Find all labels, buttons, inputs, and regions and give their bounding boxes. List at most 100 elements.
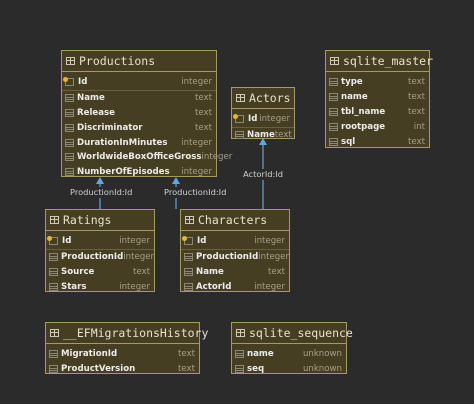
table-header[interactable]: __EFMigrationsHistory bbox=[46, 323, 208, 344]
table-header[interactable]: Actors bbox=[232, 88, 294, 109]
column-row[interactable]: name unknown bbox=[232, 347, 346, 362]
column-row[interactable]: ActorId integer bbox=[181, 279, 289, 294]
column-icon bbox=[235, 365, 244, 374]
column-type: integer bbox=[119, 281, 150, 292]
column-row[interactable]: Release text bbox=[62, 106, 216, 121]
column-row[interactable]: Stars integer bbox=[46, 279, 154, 294]
column-row[interactable]: name text bbox=[326, 90, 429, 105]
column-row[interactable]: Name text bbox=[181, 265, 289, 280]
table-header[interactable]: Characters bbox=[181, 210, 289, 231]
column-type: unknown bbox=[302, 364, 342, 375]
table-sqlite-sequence[interactable]: sqlite_sequence name unknown seq unknown bbox=[231, 322, 353, 377]
table-icon bbox=[50, 329, 59, 337]
column-row[interactable]: Discriminator text bbox=[62, 120, 216, 135]
column-type: text bbox=[195, 122, 212, 133]
column-type: text bbox=[408, 136, 425, 147]
column-name: rootpage bbox=[341, 121, 386, 132]
column-row[interactable]: seq unknown bbox=[232, 362, 346, 377]
table-header[interactable]: sqlite_master bbox=[326, 51, 433, 72]
column-type: integer bbox=[254, 236, 285, 247]
table-actors[interactable]: Actors Id integer Name text bbox=[231, 87, 295, 140]
table-name: sqlite_sequence bbox=[249, 326, 353, 340]
column-row[interactable]: tbl_name text bbox=[326, 105, 429, 120]
column-icon bbox=[65, 108, 74, 117]
column-icon bbox=[49, 365, 58, 374]
column-icon bbox=[235, 350, 244, 359]
column-row[interactable]: Id integer bbox=[181, 234, 289, 250]
column-type: integer bbox=[123, 252, 155, 263]
column-type: text bbox=[408, 92, 425, 103]
column-name: WorldwideBoxOfficeGross bbox=[77, 152, 202, 163]
column-icon bbox=[49, 267, 58, 276]
column-type: integer bbox=[181, 77, 212, 88]
table-characters[interactable]: Characters Id integer ProductionId integ… bbox=[180, 209, 290, 292]
table-header[interactable]: sqlite_sequence bbox=[232, 323, 353, 344]
column-type: int bbox=[413, 121, 425, 132]
column-name: Name bbox=[77, 93, 105, 104]
table-name: __EFMigrationsHistory bbox=[63, 326, 209, 340]
column-row[interactable]: Id integer bbox=[46, 234, 154, 250]
table-header[interactable]: Productions bbox=[62, 51, 216, 72]
column-icon bbox=[49, 253, 58, 262]
table-icon bbox=[236, 94, 245, 102]
column-name: ProductionId bbox=[196, 252, 259, 263]
column-name: Release bbox=[77, 107, 115, 118]
column-type: text bbox=[408, 106, 425, 117]
column-type: text bbox=[178, 349, 195, 360]
column-row[interactable]: Id integer bbox=[232, 112, 294, 128]
column-type: text bbox=[133, 266, 150, 277]
column-icon bbox=[65, 123, 74, 132]
column-row[interactable]: MigrationId text bbox=[46, 347, 199, 362]
table-sqlite-master[interactable]: sqlite_master type text name text tbl_na… bbox=[325, 50, 433, 149]
column-icon bbox=[65, 94, 74, 103]
column-type: integer bbox=[181, 167, 212, 178]
table-productions[interactable]: Productions Id integer Name text Release… bbox=[61, 50, 232, 180]
column-icon bbox=[329, 122, 338, 131]
column-row[interactable]: ProductionId integer bbox=[181, 250, 289, 265]
column-type: integer bbox=[258, 252, 290, 263]
column-type: integer bbox=[181, 137, 212, 148]
column-type: integer bbox=[259, 114, 290, 125]
primary-key-icon bbox=[47, 235, 59, 246]
column-row[interactable]: Name text bbox=[232, 128, 294, 143]
column-name: Name bbox=[196, 266, 224, 277]
table-ratings[interactable]: Ratings Id integer ProductionId integer … bbox=[45, 209, 155, 292]
table-ef-migrations-history[interactable]: __EFMigrationsHistory MigrationId text P… bbox=[45, 322, 208, 377]
table-icon bbox=[185, 216, 194, 224]
column-icon bbox=[184, 282, 193, 291]
column-name: name bbox=[247, 349, 274, 360]
primary-key-icon bbox=[182, 235, 194, 246]
column-name: Source bbox=[61, 266, 95, 277]
column-icon bbox=[65, 138, 74, 147]
column-name: Discriminator bbox=[77, 122, 143, 133]
column-row[interactable]: rootpage int bbox=[326, 119, 429, 134]
table-header[interactable]: Ratings bbox=[46, 210, 154, 231]
column-row[interactable]: ProductionId integer bbox=[46, 250, 154, 265]
column-row[interactable]: WorldwideBoxOfficeGross integer bbox=[62, 150, 232, 165]
column-name: ActorId bbox=[196, 281, 232, 292]
ratings-production-label: ProductionId:Id bbox=[69, 187, 134, 198]
column-row[interactable]: Name text bbox=[62, 91, 216, 106]
column-name: Name bbox=[247, 130, 275, 141]
column-row[interactable]: ProductVersion text bbox=[46, 362, 199, 377]
column-name: tbl_name bbox=[341, 106, 386, 117]
column-row[interactable]: Id integer bbox=[62, 75, 216, 91]
column-type: text bbox=[274, 130, 292, 141]
table-name: Ratings bbox=[63, 213, 112, 227]
column-name: Stars bbox=[61, 281, 87, 292]
column-name: sql bbox=[341, 136, 356, 147]
column-row[interactable]: sql text bbox=[326, 134, 429, 149]
column-row[interactable]: DurationInMinutes integer bbox=[62, 135, 216, 150]
table-name: Productions bbox=[79, 54, 156, 68]
column-name: ProductVersion bbox=[61, 364, 136, 375]
column-name: MigrationId bbox=[61, 349, 118, 360]
column-type: unknown bbox=[302, 349, 342, 360]
column-type: text bbox=[195, 107, 212, 118]
column-row[interactable]: type text bbox=[326, 75, 429, 90]
column-row[interactable]: Source text bbox=[46, 265, 154, 280]
table-icon bbox=[50, 216, 59, 224]
column-type: text bbox=[268, 266, 285, 277]
column-icon bbox=[329, 107, 338, 116]
column-icon bbox=[184, 253, 193, 262]
column-row[interactable]: NumberOfEpisodes integer bbox=[62, 165, 216, 180]
